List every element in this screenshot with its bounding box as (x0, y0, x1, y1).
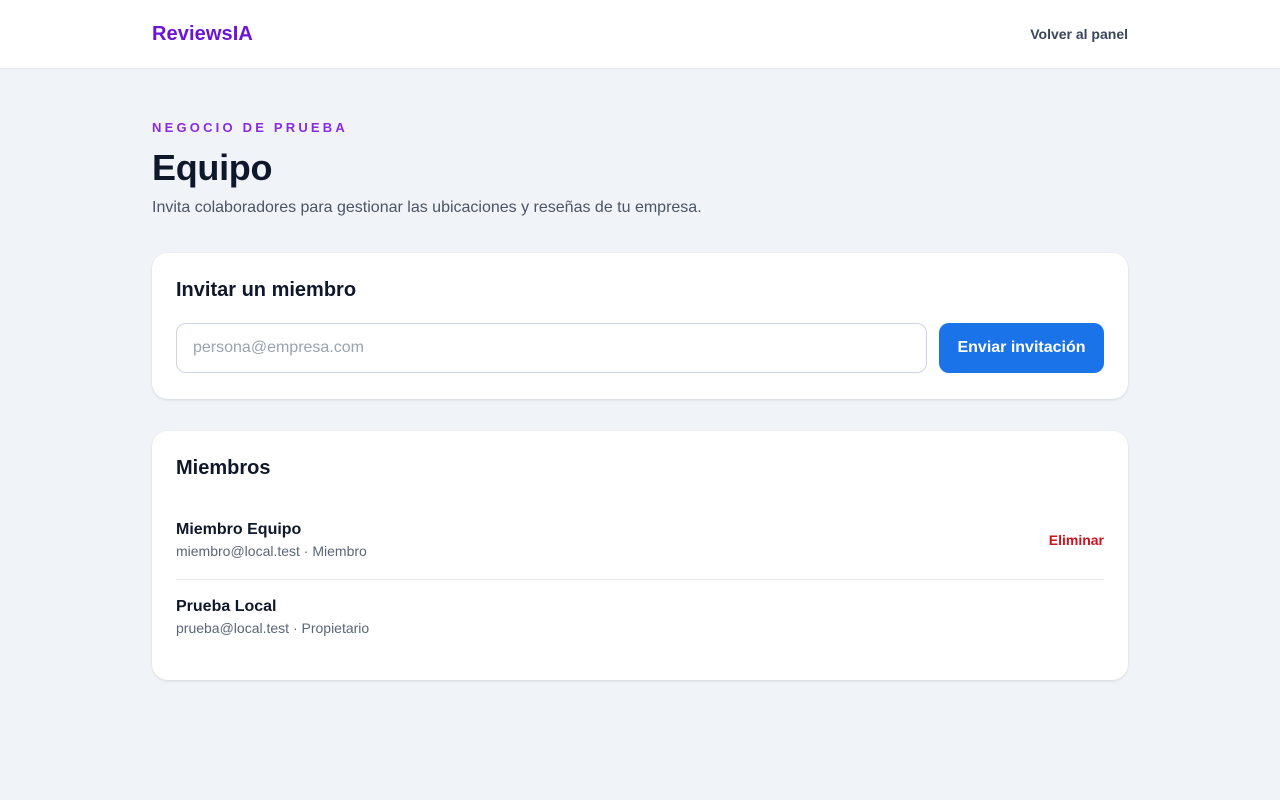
business-name-eyebrow: NEGOCIO DE PRUEBA (152, 120, 348, 135)
back-to-panel-link[interactable]: Volver al panel (1030, 26, 1128, 42)
invite-form: Enviar invitación (176, 323, 1104, 373)
top-navbar: ReviewsIA Volver al panel (0, 0, 1280, 69)
invite-card-title: Invitar un miembro (176, 279, 357, 301)
invite-member-card: Invitar un miembro Enviar invitación (152, 253, 1128, 399)
page-title: Equipo (152, 147, 273, 188)
members-list: Miembro Equipo miembro@local.test · Miem… (176, 503, 1104, 656)
invite-email-input[interactable] (176, 323, 927, 373)
page-subtitle: Invita colaboradores para gestionar las … (152, 199, 702, 216)
brand-logo[interactable]: ReviewsIA (152, 23, 253, 46)
member-row: Miembro Equipo miembro@local.test · Miem… (176, 503, 1104, 579)
member-email-role: miembro@local.test · Miembro (176, 543, 367, 559)
main-content: NEGOCIO DE PRUEBA Equipo Invita colabora… (152, 69, 1128, 680)
member-email-role: prueba@local.test · Propietario (176, 620, 370, 636)
send-invitation-button[interactable]: Enviar invitación (939, 323, 1104, 373)
member-row: Prueba Local prueba@local.test · Propiet… (176, 579, 1104, 656)
members-card: Miembros Miembro Equipo miembro@local.te… (152, 431, 1128, 680)
members-card-title: Miembros (176, 457, 271, 479)
member-name: Miembro Equipo (176, 521, 302, 538)
remove-member-button[interactable]: Eliminar (1049, 532, 1104, 548)
member-info: Prueba Local prueba@local.test · Propiet… (176, 596, 369, 638)
member-name: Prueba Local (176, 598, 277, 615)
member-info: Miembro Equipo miembro@local.test · Miem… (176, 519, 367, 561)
